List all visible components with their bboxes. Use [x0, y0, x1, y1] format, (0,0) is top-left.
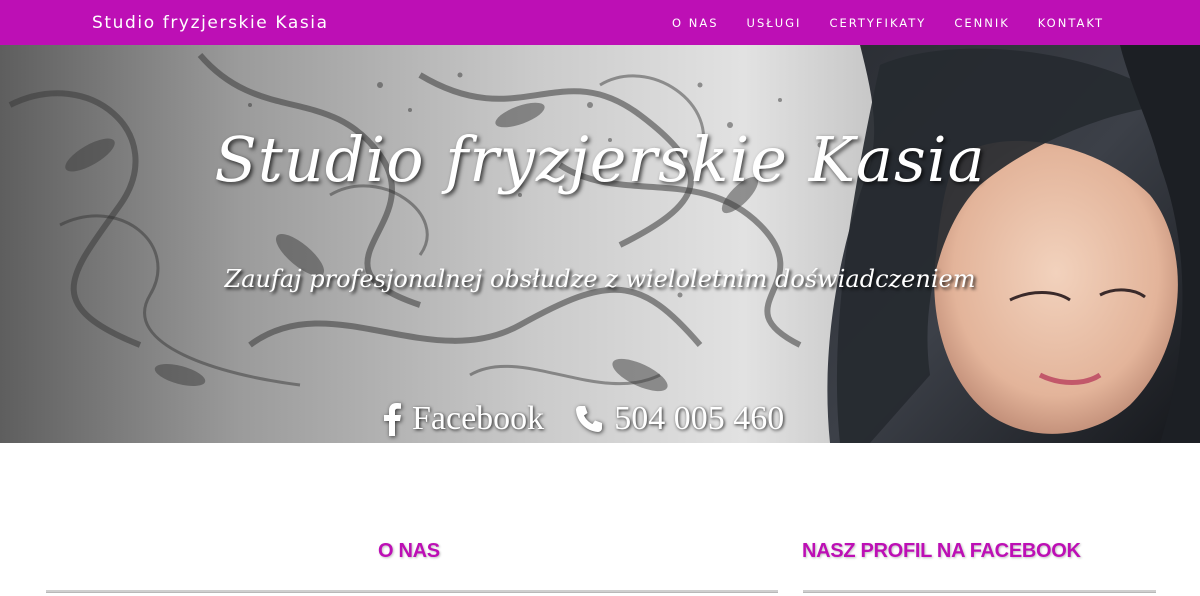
nav-link-cennik[interactable]: CENNIK [954, 16, 1009, 30]
nav-link-kontakt[interactable]: KONTAKT [1038, 16, 1104, 30]
hero-title: Studio fryzjerskie Kasia [214, 123, 986, 196]
nav-link-o-nas[interactable]: O NAS [672, 16, 718, 30]
nav-link-certyfikaty[interactable]: CERTYFIKATY [829, 16, 926, 30]
facebook-link[interactable]: Facebook [382, 400, 544, 438]
facebook-label: Facebook [412, 400, 545, 437]
facebook-icon [384, 403, 401, 436]
hero-banner: Studio fryzjerskie Kasia Zaufaj profesjo… [0, 45, 1200, 443]
phone-number: 504 005 460 [614, 400, 785, 437]
hero-background-image [0, 45, 1200, 443]
top-navbar: Studio fryzjerskie Kasia O NAS USŁUGI CE… [0, 0, 1200, 45]
phone-icon [576, 406, 603, 432]
section-title-o-nas: O NAS [378, 540, 440, 562]
divider-left [46, 590, 778, 593]
navbar-brand[interactable]: Studio fryzjerskie Kasia [92, 13, 329, 33]
hero-contacts: Facebook 504 005 460 [382, 400, 784, 438]
divider-right [803, 590, 1156, 593]
nav-links: O NAS USŁUGI CERTYFIKATY CENNIK KONTAKT [672, 16, 1104, 30]
hero-subtitle: Zaufaj profesjonalnej obsłudze z wielole… [224, 265, 976, 293]
section-title-facebook: NASZ PROFIL NA FACEBOOK [802, 540, 1081, 562]
nav-link-uslugi[interactable]: USŁUGI [747, 16, 802, 30]
phone-link[interactable]: 504 005 460 [574, 400, 784, 438]
